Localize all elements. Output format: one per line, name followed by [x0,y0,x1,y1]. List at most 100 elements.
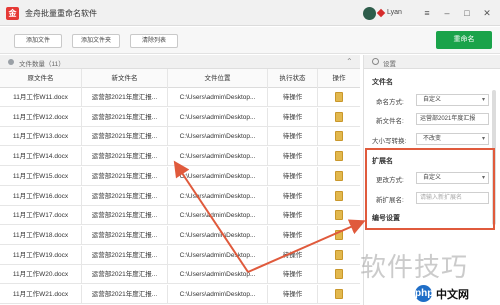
gear-icon [372,58,379,65]
cell-new-name: 运营部2021年度汇报... [82,107,168,127]
chevron-down-icon: ▾ [481,136,485,142]
cell-original-name: 11月工作W21.docx [0,285,82,304]
chevron-down-icon: ▾ [481,97,485,103]
cell-path: C:\Users\admin\Desktop... [168,225,268,245]
open-file-icon[interactable] [335,210,343,221]
cell-status: 待操作 [268,285,318,304]
open-file-icon[interactable] [335,131,343,142]
col-original-name[interactable]: 原文件名 [0,69,82,88]
cell-action [318,226,360,245]
table-row[interactable]: 11月工作W17.docx 运营部2021年度汇报... C:\Users\admi… [0,206,360,226]
open-file-icon[interactable] [335,111,343,122]
cell-original-name: 11月工作W11.docx [0,88,82,107]
cell-action [318,285,360,304]
vip-badge-icon [376,8,386,18]
cell-original-name: 11月工作W17.docx [0,206,82,226]
cell-new-name: 运营部2021年度汇报... [82,245,168,265]
cell-status: 待操作 [268,166,318,186]
naming-mode-value: 自定义 [423,97,442,103]
cell-new-name: 运营部2021年度汇报... [82,186,168,206]
table-row[interactable]: 11月工作W14.docx 运营部2021年度汇报... C:\Users\admi… [0,147,360,167]
naming-mode-label: 命名方式: [376,99,404,106]
cell-action [318,127,360,146]
cell-status: 待操作 [268,88,318,107]
table-row[interactable]: 11月工作W15.docx 运营部2021年度汇报... C:\Users\admi… [0,166,360,186]
filename-section-title: 文件名 [372,79,393,86]
user-avatar[interactable] [363,7,376,20]
collapse-icon[interactable]: ⌃ [346,57,353,66]
toolbar: 添加文件 添加文件夹 清除列表 重命名 [0,27,500,54]
open-file-icon[interactable] [335,151,343,162]
cell-path: C:\Users\admin\Desktop... [168,127,268,147]
cell-original-name: 11月工作W19.docx [0,245,82,265]
cell-action [318,167,360,186]
new-name-input[interactable]: 运营部2021年度汇报 [416,113,489,125]
app-logo-icon: 金 [6,7,19,20]
cell-original-name: 11月工作W12.docx [0,107,82,127]
table-row[interactable]: 11月工作W21.docx 运营部2021年度汇报... C:\Users\admi… [0,285,360,304]
cell-path: C:\Users\admin\Desktop... [168,107,268,127]
cell-path: C:\Users\admin\Desktop... [168,88,268,107]
cell-action [318,265,360,284]
cell-new-name: 运营部2021年度汇报... [82,206,168,226]
cell-status: 待操作 [268,107,318,127]
open-file-icon[interactable] [335,170,343,181]
cell-status: 待操作 [268,265,318,285]
cell-action [318,206,360,225]
cell-action [318,147,360,166]
php-logo: php 中文网 [412,283,500,305]
cell-original-name: 11月工作W16.docx [0,186,82,206]
col-action: 操作 [332,75,346,82]
col-new-name[interactable]: 新文件名 [82,69,168,88]
case-value: 不改变 [423,136,442,142]
cell-status: 待操作 [268,245,318,265]
open-file-icon[interactable] [335,190,343,201]
cell-original-name: 11月工作W15.docx [0,166,82,186]
table-row[interactable]: 11月工作W19.docx 运营部2021年度汇报... C:\Users\admi… [0,245,360,265]
cell-status: 待操作 [268,147,318,167]
case-select[interactable]: 不改变 ▾ [416,133,489,145]
table-row[interactable]: 11月工作W18.docx 运营部2021年度汇报... C:\Users\admi… [0,225,360,245]
add-file-button[interactable]: 添加文件 [14,34,62,48]
cell-action [318,246,360,265]
cell-status: 待操作 [268,225,318,245]
col-path[interactable]: 文件位置 [168,69,268,88]
file-list-header: 文件数量（11） ⌃ [0,55,360,69]
minimize-icon[interactable]: – [440,6,454,20]
cell-new-name: 运营部2021年度汇报... [82,265,168,285]
table-header: 原文件名 新文件名 文件位置 执行状态 操作 [0,69,360,88]
rename-button[interactable]: 重命名 [436,31,492,49]
table-row[interactable]: 11月工作W11.docx 运营部2021年度汇报... C:\Users\admi… [0,88,360,107]
menu-icon[interactable]: ≡ [420,6,434,20]
open-file-icon[interactable] [335,289,343,299]
table-row[interactable]: 11月工作W20.docx 运营部2021年度汇报... C:\Users\admi… [0,265,360,285]
cell-path: C:\Users\admin\Desktop... [168,265,268,285]
naming-mode-select[interactable]: 自定义 ▾ [416,94,489,106]
open-file-icon[interactable] [335,249,343,260]
col-status[interactable]: 执行状态 [268,69,318,88]
user-name[interactable]: Lyan [387,9,402,16]
open-file-icon[interactable] [335,229,343,240]
table-row[interactable]: 11月工作W12.docx 运营部2021年度汇报... C:\Users\admi… [0,107,360,127]
close-icon[interactable]: ✕ [480,6,494,20]
php-logo-text: 中文网 [436,289,469,301]
open-file-icon[interactable] [335,269,343,280]
cell-new-name: 运营部2021年度汇报... [82,88,168,107]
cell-path: C:\Users\admin\Desktop... [168,166,268,186]
cell-original-name: 11月工作W20.docx [0,265,82,285]
clear-list-button[interactable]: 清除列表 [130,34,178,48]
table-row[interactable]: 11月工作W16.docx 运营部2021年度汇报... C:\Users\admi… [0,186,360,206]
cell-new-name: 运营部2021年度汇报... [82,225,168,245]
case-label: 大小写转换: [372,138,407,145]
cell-status: 待操作 [268,206,318,226]
file-count-label: 文件数量（11） [19,61,65,68]
add-folder-button[interactable]: 添加文件夹 [72,34,120,48]
maximize-icon[interactable]: □ [460,6,474,20]
table-row[interactable]: 11月工作W13.docx 运营部2021年度汇报... C:\Users\admi… [0,127,360,147]
open-file-icon[interactable] [335,92,343,102]
app-title: 金舟批量重命名软件 [25,9,97,18]
php-logo-icon: php [415,285,433,302]
settings-title: 设置 [383,61,396,68]
cell-action [318,108,360,127]
cell-original-name: 11月工作W13.docx [0,127,82,147]
